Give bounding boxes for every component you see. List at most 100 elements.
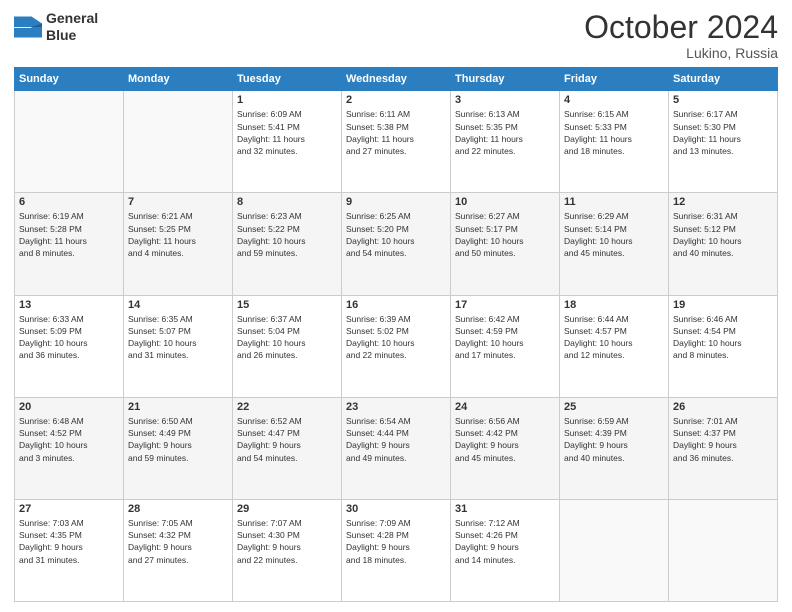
cell-day: 6 Sunrise: 6:19 AM Sunset: 5:28 PM Daylig… [15,193,124,295]
col-saturday: Saturday [669,68,778,91]
day-number: 27 [19,503,119,515]
col-friday: Friday [560,68,669,91]
day-info: Sunrise: 7:05 AM Sunset: 4:32 PM Dayligh… [128,517,228,566]
week-row-2: 6 Sunrise: 6:19 AM Sunset: 5:28 PM Daylig… [15,193,778,295]
day-info: Sunrise: 6:35 AM Sunset: 5:07 PM Dayligh… [128,313,228,362]
day-info: Sunrise: 6:52 AM Sunset: 4:47 PM Dayligh… [237,415,337,464]
day-number: 26 [673,401,773,413]
day-info: Sunrise: 6:44 AM Sunset: 4:57 PM Dayligh… [564,313,664,362]
day-number: 1 [237,94,337,106]
cell-day: 3 Sunrise: 6:13 AM Sunset: 5:35 PM Daylig… [451,91,560,193]
week-row-1: 1 Sunrise: 6:09 AM Sunset: 5:41 PM Daylig… [15,91,778,193]
cell-day: 18 Sunrise: 6:44 AM Sunset: 4:57 PM Dayli… [560,295,669,397]
cell-day: 28 Sunrise: 7:05 AM Sunset: 4:32 PM Dayli… [124,499,233,601]
day-info: Sunrise: 6:37 AM Sunset: 5:04 PM Dayligh… [237,313,337,362]
day-number: 23 [346,401,446,413]
col-thursday: Thursday [451,68,560,91]
day-info: Sunrise: 6:21 AM Sunset: 5:25 PM Dayligh… [128,210,228,259]
location: Lukino, Russia [584,45,778,61]
day-number: 15 [237,299,337,311]
day-number: 14 [128,299,228,311]
day-info: Sunrise: 6:09 AM Sunset: 5:41 PM Dayligh… [237,108,337,157]
cell-day: 15 Sunrise: 6:37 AM Sunset: 5:04 PM Dayli… [233,295,342,397]
week-row-5: 27 Sunrise: 7:03 AM Sunset: 4:35 PM Dayli… [15,499,778,601]
cell-day [669,499,778,601]
col-wednesday: Wednesday [342,68,451,91]
day-info: Sunrise: 6:33 AM Sunset: 5:09 PM Dayligh… [19,313,119,362]
day-info: Sunrise: 6:29 AM Sunset: 5:14 PM Dayligh… [564,210,664,259]
day-info: Sunrise: 6:17 AM Sunset: 5:30 PM Dayligh… [673,108,773,157]
header: General Blue October 2024 Lukino, Russia [14,10,778,61]
cell-day: 24Sunrise: 6:56 AM Sunset: 4:42 PM Dayli… [451,397,560,499]
calendar-header: Sunday Monday Tuesday Wednesday Thursday… [15,68,778,91]
day-number: 3 [455,94,555,106]
cell-day: 9 Sunrise: 6:25 AM Sunset: 5:20 PM Daylig… [342,193,451,295]
day-info: Sunrise: 6:50 AM Sunset: 4:49 PM Dayligh… [128,415,228,464]
day-number: 6 [19,196,119,208]
logo: General Blue [14,10,98,44]
day-number: 13 [19,299,119,311]
cell-day: 29 Sunrise: 7:07 AM Sunset: 4:30 PM Dayli… [233,499,342,601]
cell-day: 26 Sunrise: 7:01 AM Sunset: 4:37 PM Dayli… [669,397,778,499]
day-number: 4 [564,94,664,106]
day-info: Sunrise: 7:01 AM Sunset: 4:37 PM Dayligh… [673,415,773,464]
day-number: 30 [346,503,446,515]
day-number: 9 [346,196,446,208]
cell-day: 30 Sunrise: 7:09 AM Sunset: 4:28 PM Dayli… [342,499,451,601]
cell-day: 19Sunrise: 6:46 AM Sunset: 4:54 PM Dayli… [669,295,778,397]
logo-text: General Blue [46,10,98,44]
day-info: Sunrise: 6:27 AM Sunset: 5:17 PM Dayligh… [455,210,555,259]
day-info: Sunrise: 6:39 AM Sunset: 5:02 PM Dayligh… [346,313,446,362]
page: General Blue October 2024 Lukino, Russia… [0,0,792,612]
day-info: Sunrise: 6:48 AM Sunset: 4:52 PM Dayligh… [19,415,119,464]
day-info: Sunrise: 7:03 AM Sunset: 4:35 PM Dayligh… [19,517,119,566]
col-sunday: Sunday [15,68,124,91]
day-info: Sunrise: 6:42 AM Sunset: 4:59 PM Dayligh… [455,313,555,362]
cell-day: 20 Sunrise: 6:48 AM Sunset: 4:52 PM Dayli… [15,397,124,499]
day-number: 18 [564,299,664,311]
day-number: 21 [128,401,228,413]
day-info: Sunrise: 6:13 AM Sunset: 5:35 PM Dayligh… [455,108,555,157]
day-number: 16 [346,299,446,311]
cell-day: 8Sunrise: 6:23 AM Sunset: 5:22 PM Daylig… [233,193,342,295]
cell-day: 27 Sunrise: 7:03 AM Sunset: 4:35 PM Dayli… [15,499,124,601]
cell-day: 21 Sunrise: 6:50 AM Sunset: 4:49 PM Dayli… [124,397,233,499]
week-row-4: 20 Sunrise: 6:48 AM Sunset: 4:52 PM Dayli… [15,397,778,499]
header-row: Sunday Monday Tuesday Wednesday Thursday… [15,68,778,91]
cell-day: 10 Sunrise: 6:27 AM Sunset: 5:17 PM Dayli… [451,193,560,295]
day-number: 2 [346,94,446,106]
cell-day: 17 Sunrise: 6:42 AM Sunset: 4:59 PM Dayli… [451,295,560,397]
cell-day: 14 Sunrise: 6:35 AM Sunset: 5:07 PM Dayli… [124,295,233,397]
day-info: Sunrise: 6:25 AM Sunset: 5:20 PM Dayligh… [346,210,446,259]
day-number: 17 [455,299,555,311]
day-info: Sunrise: 7:07 AM Sunset: 4:30 PM Dayligh… [237,517,337,566]
cell-day: 31Sunrise: 7:12 AM Sunset: 4:26 PM Dayli… [451,499,560,601]
day-info: Sunrise: 6:19 AM Sunset: 5:28 PM Dayligh… [19,210,119,259]
title-block: October 2024 Lukino, Russia [584,10,778,61]
month-title: October 2024 [584,10,778,45]
day-number: 11 [564,196,664,208]
day-info: Sunrise: 6:54 AM Sunset: 4:44 PM Dayligh… [346,415,446,464]
calendar-table: Sunday Monday Tuesday Wednesday Thursday… [14,67,778,602]
day-info: Sunrise: 6:15 AM Sunset: 5:33 PM Dayligh… [564,108,664,157]
cell-day: 2Sunrise: 6:11 AM Sunset: 5:38 PM Daylig… [342,91,451,193]
day-number: 28 [128,503,228,515]
cell-day: 12Sunrise: 6:31 AM Sunset: 5:12 PM Dayli… [669,193,778,295]
day-info: Sunrise: 6:46 AM Sunset: 4:54 PM Dayligh… [673,313,773,362]
day-number: 20 [19,401,119,413]
calendar-body: 1 Sunrise: 6:09 AM Sunset: 5:41 PM Daylig… [15,91,778,602]
cell-day: 13 Sunrise: 6:33 AM Sunset: 5:09 PM Dayli… [15,295,124,397]
cell-day [124,91,233,193]
cell-day: 16 Sunrise: 6:39 AM Sunset: 5:02 PM Dayli… [342,295,451,397]
logo-icon [14,13,42,41]
day-number: 10 [455,196,555,208]
day-number: 29 [237,503,337,515]
day-number: 5 [673,94,773,106]
day-info: Sunrise: 6:23 AM Sunset: 5:22 PM Dayligh… [237,210,337,259]
cell-day: 1 Sunrise: 6:09 AM Sunset: 5:41 PM Daylig… [233,91,342,193]
cell-day [560,499,669,601]
day-number: 31 [455,503,555,515]
day-info: Sunrise: 7:09 AM Sunset: 4:28 PM Dayligh… [346,517,446,566]
col-monday: Monday [124,68,233,91]
col-tuesday: Tuesday [233,68,342,91]
